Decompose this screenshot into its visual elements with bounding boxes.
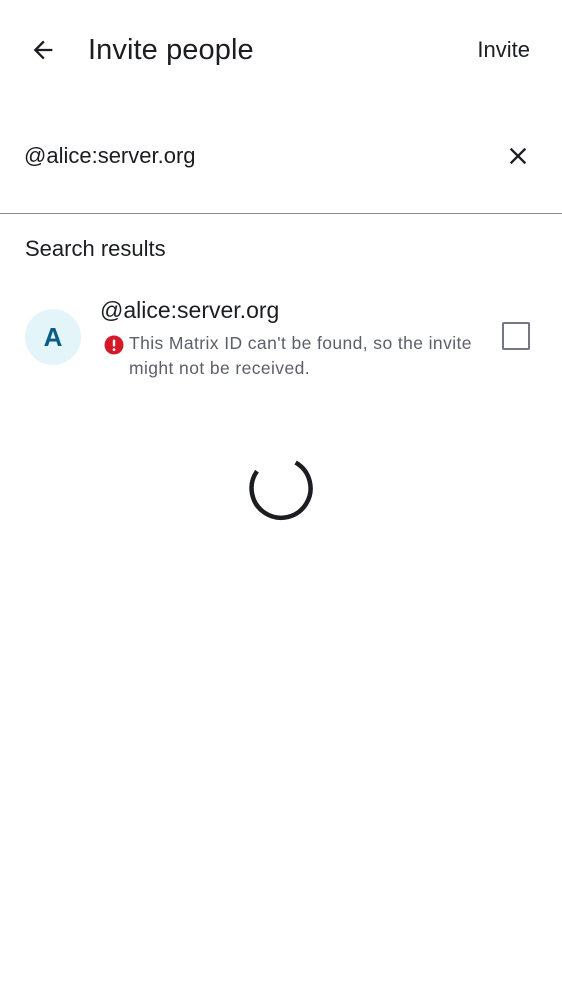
search-input[interactable] — [24, 138, 484, 174]
select-checkbox[interactable] — [502, 322, 530, 350]
avatar: A — [25, 309, 81, 365]
user-id: @alice:server.org — [100, 297, 280, 323]
invite-button[interactable]: Invite — [477, 30, 530, 70]
back-button[interactable] — [18, 25, 68, 75]
search-results-heading: Search results — [25, 236, 166, 261]
close-icon — [509, 147, 527, 165]
page-title: Invite people — [88, 34, 254, 66]
arrow-back-icon — [33, 40, 53, 60]
top-app-bar: Invite people Invite — [0, 0, 562, 100]
search-bar — [0, 116, 562, 214]
error-icon — [104, 335, 124, 355]
warning-text: This Matrix ID can't be found, so the in… — [129, 333, 472, 378]
search-result-row[interactable]: A @alice:server.org This Matrix ID can't… — [0, 290, 562, 390]
clear-search-button[interactable] — [498, 136, 538, 176]
loading-spinner — [249, 460, 313, 520]
